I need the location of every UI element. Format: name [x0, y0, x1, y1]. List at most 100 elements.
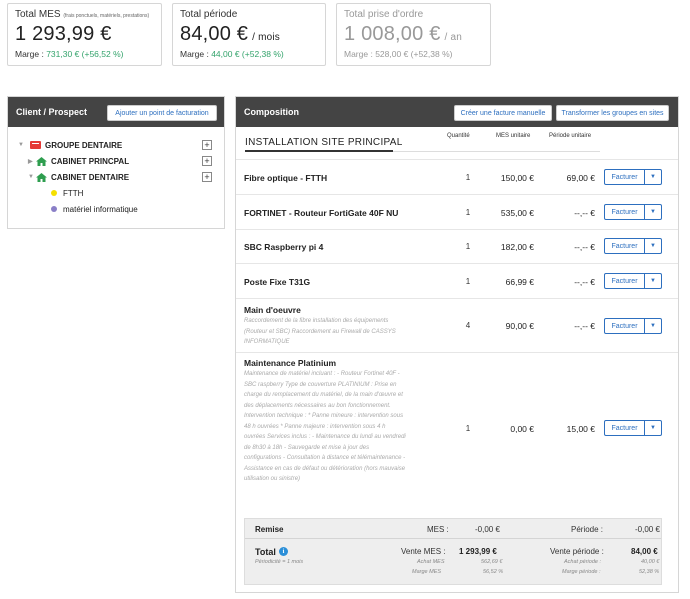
- purple-dot-icon: [51, 206, 57, 212]
- column-header-qty: Quantité: [447, 133, 470, 139]
- caret-down-icon[interactable]: ▼: [645, 318, 662, 334]
- info-icon[interactable]: i: [279, 547, 288, 556]
- kpi-period-margin-label: Marge :: [180, 49, 209, 59]
- add-child-button[interactable]: +: [202, 140, 212, 150]
- line-item: SBC Raspberry pi 4 1 182,00 € --,-- € Fa…: [236, 229, 678, 263]
- kpi-period-margin-value: 44,00 € (+52,38 %): [211, 49, 284, 59]
- group-icon: [30, 141, 41, 149]
- remise-mes-value: -0,00 €: [475, 525, 500, 534]
- invoice-split-button: Facturer ▼: [604, 204, 663, 220]
- house-icon: [36, 156, 47, 166]
- kpi-mes-value: 1 293,99 €: [15, 23, 112, 45]
- line-item-mes: 150,00 €: [500, 173, 534, 183]
- caret-down-icon[interactable]: ▼: [645, 204, 662, 220]
- kpi-order-title: Total prise d'ordre: [344, 9, 424, 20]
- line-item-name: Main d'oeuvre: [244, 305, 301, 315]
- add-child-button[interactable]: +: [202, 172, 212, 182]
- line-item-period: --,-- €: [574, 242, 595, 252]
- achat-period-value: 40,00 €: [641, 559, 660, 565]
- vente-period-label: Vente période :: [550, 547, 604, 556]
- summary-box: Remise MES : -0,00 € Période : -0,00 € T…: [244, 518, 662, 585]
- line-item-mes: 90,00 €: [505, 321, 534, 331]
- marge-period-label: Marge période :: [562, 569, 601, 575]
- invoice-button[interactable]: Facturer: [604, 169, 645, 185]
- line-item: Fibre optique - FTTH 1 150,00 € 69,00 € …: [236, 159, 678, 194]
- line-item: Main d'oeuvre Raccordement de la fibre i…: [236, 298, 678, 352]
- caret-down-icon[interactable]: ▼: [645, 238, 662, 254]
- tree-item-ftth[interactable]: FTTH: [51, 186, 211, 200]
- marge-period-value: 52,38 %: [639, 569, 660, 575]
- remise-period-value: -0,00 €: [635, 525, 660, 534]
- line-item-period: --,-- €: [574, 277, 595, 287]
- line-item-name: Fibre optique - FTTH: [244, 173, 328, 183]
- remise-period-label: Période :: [571, 525, 604, 534]
- line-item-period: --,-- €: [574, 321, 595, 331]
- tree-label-cabinet-principal: CABINET PRINCPAL: [51, 156, 130, 166]
- kpi-order-value: 1 008,00 €: [344, 23, 441, 45]
- line-item-mes: 66,99 €: [505, 277, 534, 287]
- tree-item-group[interactable]: ▼ GROUPE DENTAIRE: [18, 138, 218, 152]
- kpi-period-title: Total période: [180, 9, 238, 20]
- line-item-period: 69,00 €: [566, 173, 595, 183]
- kpi-mes-margin-label: Marge :: [15, 49, 44, 59]
- line-item-name: FORTINET - Routeur FortiGate 40F NU: [244, 208, 399, 218]
- section-header-line: [393, 151, 600, 152]
- section-title: INSTALLATION SITE PRINCIPAL: [245, 137, 403, 148]
- caret-down-icon[interactable]: ▼: [645, 420, 662, 436]
- composition-panel-header: Composition Créer une facture manuelle T…: [236, 97, 678, 127]
- house-icon: [36, 172, 47, 182]
- expand-right-icon[interactable]: ▶: [28, 158, 36, 165]
- line-item-qty: 4: [465, 321, 471, 330]
- add-child-button[interactable]: +: [202, 156, 212, 166]
- kpi-mes-margin-value: 731,30 € (+56,52 %): [46, 49, 124, 59]
- invoice-button[interactable]: Facturer: [604, 420, 645, 436]
- tree-item-cabinet-principal[interactable]: ▶ CABINET PRINCPAL: [28, 154, 218, 168]
- line-item-period: 15,00 €: [566, 424, 595, 434]
- create-manual-invoice-button[interactable]: Créer une facture manuelle: [454, 105, 552, 121]
- remise-label: Remise: [255, 525, 284, 534]
- add-billing-point-button[interactable]: Ajouter un point de facturation: [107, 105, 217, 121]
- total-label: Total: [255, 547, 276, 557]
- line-item-name: Maintenance Platinium: [244, 358, 337, 368]
- kpi-period-value: 84,00 €: [180, 23, 249, 45]
- marge-mes-label: Marge MES: [412, 569, 442, 575]
- line-item-qty: 1: [465, 424, 471, 433]
- achat-period-label: Achat période :: [564, 559, 601, 565]
- composition-title: Composition: [244, 107, 299, 117]
- kpi-mes-title: Total MES: [15, 9, 61, 20]
- marge-mes-value: 56,52 %: [483, 569, 504, 575]
- client-panel: Client / Prospect Ajouter un point de fa…: [7, 96, 225, 229]
- tree-item-materiel[interactable]: matériel informatique: [51, 202, 211, 216]
- kpi-card-mes: Total MES (frais ponctuels, matériels, p…: [7, 3, 162, 66]
- yellow-dot-icon: [51, 190, 57, 196]
- invoice-split-button: Facturer ▼: [604, 420, 663, 436]
- caret-down-icon[interactable]: ▼: [645, 169, 662, 185]
- invoice-button[interactable]: Facturer: [604, 273, 645, 289]
- caret-down-icon[interactable]: ▼: [645, 273, 662, 289]
- line-item: Poste Fixe T31G 1 66,99 € --,-- € Factur…: [236, 263, 678, 298]
- tree-label-cabinet-dentaire: CABINET DENTAIRE: [51, 172, 130, 182]
- tree-item-cabinet-dentaire[interactable]: ▼ CABINET DENTAIRE: [28, 170, 218, 184]
- column-header-period: Période unitaire: [549, 133, 592, 139]
- expand-down-icon[interactable]: ▼: [28, 174, 36, 180]
- tree-label-ftth: FTTH: [63, 188, 84, 198]
- invoice-button[interactable]: Facturer: [604, 204, 645, 220]
- kpi-mes-note: (frais ponctuels, matériels, prestations…: [63, 13, 150, 19]
- invoice-button[interactable]: Facturer: [604, 238, 645, 254]
- expand-down-icon[interactable]: ▼: [18, 142, 26, 148]
- line-item-qty: 1: [465, 173, 471, 182]
- client-panel-title: Client / Prospect: [16, 107, 88, 117]
- invoice-button[interactable]: Facturer: [604, 318, 645, 334]
- kpi-card-order: Total prise d'ordre 1 008,00 € / an Marge…: [336, 3, 491, 66]
- section-underline: [245, 150, 393, 152]
- transform-groups-button[interactable]: Transformer les groupes en sites: [556, 105, 669, 121]
- line-item-qty: 1: [465, 277, 471, 286]
- achat-mes-label: Achat MES: [417, 559, 445, 565]
- kpi-card-period: Total période 84,00 € / mois Marge : 44,0…: [172, 3, 326, 66]
- periodicity-text: Périodicité = 1 mois: [255, 559, 304, 565]
- line-item-mes: 535,00 €: [500, 208, 534, 218]
- line-item-name: Poste Fixe T31G: [244, 277, 311, 287]
- remise-mes-label: MES :: [427, 525, 449, 534]
- line-item-description: Maintenance de matériel incluant : - Rou…: [244, 371, 406, 482]
- line-item-period: --,-- €: [574, 208, 595, 218]
